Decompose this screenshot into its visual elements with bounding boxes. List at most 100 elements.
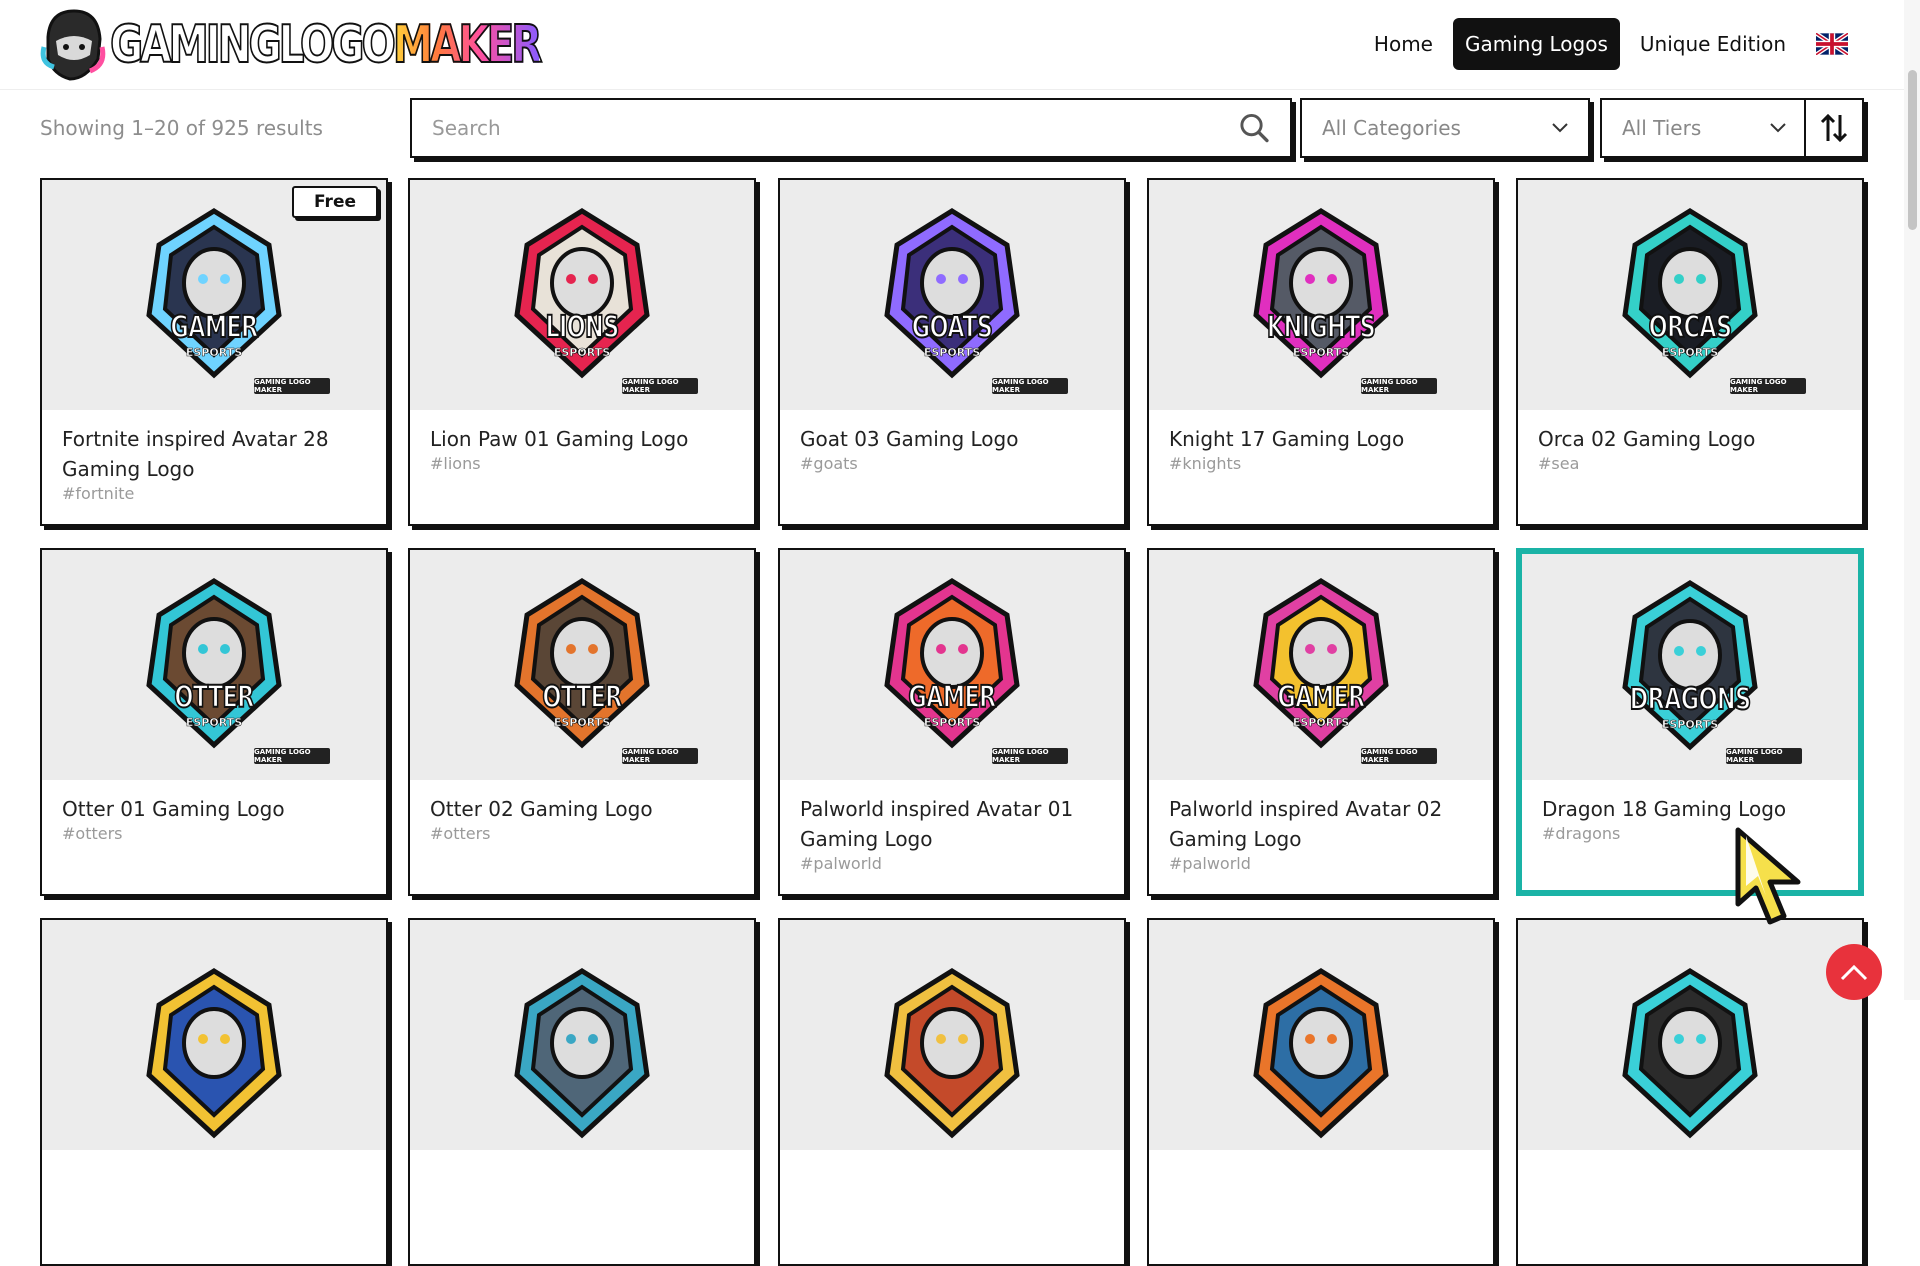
emblem-text: GOATS bbox=[911, 309, 994, 346]
uk-flag-icon[interactable] bbox=[1816, 33, 1848, 55]
logo-card-tag[interactable]: #lions bbox=[410, 454, 754, 473]
logo-card-title[interactable]: Goat 03 Gaming Logo bbox=[780, 410, 1124, 454]
watermark: GAMING LOGO MAKER bbox=[622, 748, 698, 764]
logo-card[interactable]: OTTER ESPORTS GAMING LOGO MAKER Otter 02 Ga… bbox=[408, 548, 756, 896]
logo-thumbnail[interactable]: KNIGHTS ESPORTS GAMING LOGO MAKER bbox=[1149, 180, 1493, 410]
logo-thumbnail[interactable]: LIONS ESPORTS GAMING LOGO MAKER bbox=[410, 180, 754, 410]
logo-emblem: KNIGHTS ESPORTS bbox=[1236, 205, 1406, 385]
logo-card[interactable]: KNIGHTS ESPORTS GAMING LOGO MAKER Knight 17… bbox=[1147, 178, 1495, 526]
nav-home-link[interactable]: Home bbox=[1362, 18, 1445, 70]
main-nav: Home Gaming Logos Unique Edition bbox=[1362, 18, 1848, 70]
logo-card-tag[interactable]: #palworld bbox=[780, 854, 1124, 873]
watermark: GAMING LOGO MAKER bbox=[622, 378, 698, 394]
logo-card-title[interactable]: Otter 01 Gaming Logo bbox=[42, 780, 386, 824]
search-input[interactable] bbox=[432, 116, 1240, 140]
emblem-text: OTTER bbox=[542, 679, 624, 716]
logo-card-tag[interactable]: #otters bbox=[42, 824, 386, 843]
chevron-down-icon bbox=[1770, 123, 1786, 133]
logo-thumbnail[interactable] bbox=[1518, 920, 1862, 1150]
logo-thumbnail[interactable]: GOATS ESPORTS GAMING LOGO MAKER bbox=[780, 180, 1124, 410]
logo-thumbnail[interactable]: ORCAS ESPORTS GAMING LOGO MAKER bbox=[1518, 180, 1862, 410]
logo-emblem: GAMER ESPORTS bbox=[129, 205, 299, 385]
logo-emblem bbox=[1605, 965, 1775, 1145]
logo-emblem bbox=[129, 965, 299, 1145]
logo-card-tag[interactable]: #knights bbox=[1149, 454, 1493, 473]
watermark: GAMING LOGO MAKER bbox=[254, 378, 330, 394]
logo-thumbnail[interactable]: GAMER ESPORTS GAMING LOGO MAKER bbox=[1149, 550, 1493, 780]
watermark: GAMING LOGO MAKER bbox=[1726, 748, 1802, 764]
logo-card-tag[interactable]: #palworld bbox=[1149, 854, 1493, 873]
emblem-subtext: ESPORTS bbox=[553, 346, 611, 360]
sort-arrows-icon bbox=[1820, 113, 1848, 143]
results-count: Showing 1–20 of 925 results bbox=[40, 116, 323, 140]
logo-thumbnail[interactable]: DRAGONS ESPORTS GAMING LOGO MAKER bbox=[1522, 554, 1858, 780]
logo-thumbnail[interactable]: GAMER ESPORTS GAMING LOGO MAKER bbox=[780, 550, 1124, 780]
emblem-art bbox=[146, 968, 282, 1139]
logo-card[interactable]: LIONS ESPORTS GAMING LOGO MAKER Lion Paw 01… bbox=[408, 178, 756, 526]
logo-emblem: GAMER ESPORTS bbox=[867, 575, 1037, 755]
logo-card-tag[interactable]: #goats bbox=[780, 454, 1124, 473]
emblem-art bbox=[1622, 968, 1758, 1139]
logo-thumbnail[interactable] bbox=[1149, 920, 1493, 1150]
logo-card-title[interactable]: Dragon 18 Gaming Logo bbox=[1522, 780, 1858, 824]
logo-card[interactable] bbox=[778, 918, 1126, 1266]
logo-card-tag[interactable]: #otters bbox=[410, 824, 754, 843]
logo-card[interactable] bbox=[1147, 918, 1495, 1266]
logo-card[interactable]: OTTER ESPORTS GAMING LOGO MAKER Otter 01 Ga… bbox=[40, 548, 388, 896]
logo-card-tag[interactable]: #fortnite bbox=[42, 484, 386, 503]
free-badge: Free bbox=[292, 186, 378, 218]
emblem-text: GAMER bbox=[908, 679, 997, 716]
logo-thumbnail[interactable] bbox=[410, 920, 754, 1150]
logo-card[interactable]: GAMER ESPORTS GAMING LOGO MAKER Palworld in… bbox=[1147, 548, 1495, 896]
emblem-art bbox=[514, 968, 650, 1139]
scrollbar-thumb[interactable] bbox=[1908, 70, 1917, 230]
logo-emblem bbox=[1236, 965, 1406, 1145]
watermark: GAMING LOGO MAKER bbox=[992, 378, 1068, 394]
watermark: GAMING LOGO MAKER bbox=[254, 748, 330, 764]
site-logo-text: GAMINGLOGOMAKER bbox=[109, 15, 543, 75]
logo-thumbnail[interactable] bbox=[42, 920, 386, 1150]
nav-unique-edition-link[interactable]: Unique Edition bbox=[1628, 18, 1798, 70]
logo-card-title[interactable]: Orca 02 Gaming Logo bbox=[1518, 410, 1862, 454]
site-logo[interactable]: GAMINGLOGOMAKER bbox=[40, 6, 660, 84]
search-icon[interactable] bbox=[1239, 112, 1270, 144]
logo-thumbnail[interactable] bbox=[780, 920, 1124, 1150]
page-scrollbar[interactable] bbox=[1904, 0, 1920, 1000]
logo-card[interactable] bbox=[40, 918, 388, 1266]
scroll-to-top-button[interactable] bbox=[1826, 944, 1882, 1000]
logo-card-title[interactable]: Otter 02 Gaming Logo bbox=[410, 780, 754, 824]
logo-card[interactable]: GOATS ESPORTS GAMING LOGO MAKER Goat 03 Gam… bbox=[778, 178, 1126, 526]
logo-card[interactable] bbox=[408, 918, 756, 1266]
emblem-text: KNIGHTS bbox=[1266, 309, 1376, 346]
logo-card[interactable]: GAMER ESPORTS GAMING LOGO MAKER Palworld in… bbox=[778, 548, 1126, 896]
logo-card-title[interactable]: Palworld inspired Avatar 02 Gaming Logo bbox=[1149, 780, 1493, 854]
logo-card-title[interactable]: Fortnite inspired Avatar 28 Gaming Logo bbox=[42, 410, 386, 484]
logo-card[interactable]: GAMER ESPORTS GAMING LOGO MAKER Free Fortnit… bbox=[40, 178, 388, 526]
logo-card-title[interactable]: Lion Paw 01 Gaming Logo bbox=[410, 410, 754, 454]
emblem-subtext: ESPORTS bbox=[1661, 718, 1719, 732]
emblem-text: GAMER bbox=[170, 309, 259, 346]
logo-card-title[interactable]: Palworld inspired Avatar 01 Gaming Logo bbox=[780, 780, 1124, 854]
emblem-text: OTTER bbox=[174, 679, 256, 716]
logo-thumbnail[interactable]: OTTER ESPORTS GAMING LOGO MAKER bbox=[42, 550, 386, 780]
tier-select[interactable]: All Tiers bbox=[1600, 98, 1808, 158]
logo-emblem bbox=[497, 965, 667, 1145]
chevron-down-icon bbox=[1552, 123, 1568, 133]
logo-card[interactable]: ORCAS ESPORTS GAMING LOGO MAKER Orca 02 Gam… bbox=[1516, 178, 1864, 526]
watermark: GAMING LOGO MAKER bbox=[1361, 378, 1437, 394]
category-select[interactable]: All Categories bbox=[1300, 98, 1590, 158]
logo-thumbnail[interactable]: OTTER ESPORTS GAMING LOGO MAKER bbox=[410, 550, 754, 780]
sort-button[interactable] bbox=[1804, 98, 1864, 158]
emblem-subtext: ESPORTS bbox=[1292, 346, 1350, 360]
logo-card[interactable] bbox=[1516, 918, 1864, 1266]
logo-emblem bbox=[867, 965, 1037, 1145]
emblem-subtext: ESPORTS bbox=[553, 716, 611, 730]
logo-thumbnail[interactable]: GAMER ESPORTS GAMING LOGO MAKER Free bbox=[42, 180, 386, 410]
nav-gaming-logos-link[interactable]: Gaming Logos bbox=[1452, 18, 1620, 70]
logo-card-tag[interactable]: #sea bbox=[1518, 454, 1862, 473]
logo-emblem: ORCAS ESPORTS bbox=[1605, 205, 1775, 385]
watermark: GAMING LOGO MAKER bbox=[1361, 748, 1437, 764]
emblem-text: GAMER bbox=[1277, 679, 1366, 716]
logo-card-title[interactable]: Knight 17 Gaming Logo bbox=[1149, 410, 1493, 454]
emblem-subtext: ESPORTS bbox=[1292, 716, 1350, 730]
